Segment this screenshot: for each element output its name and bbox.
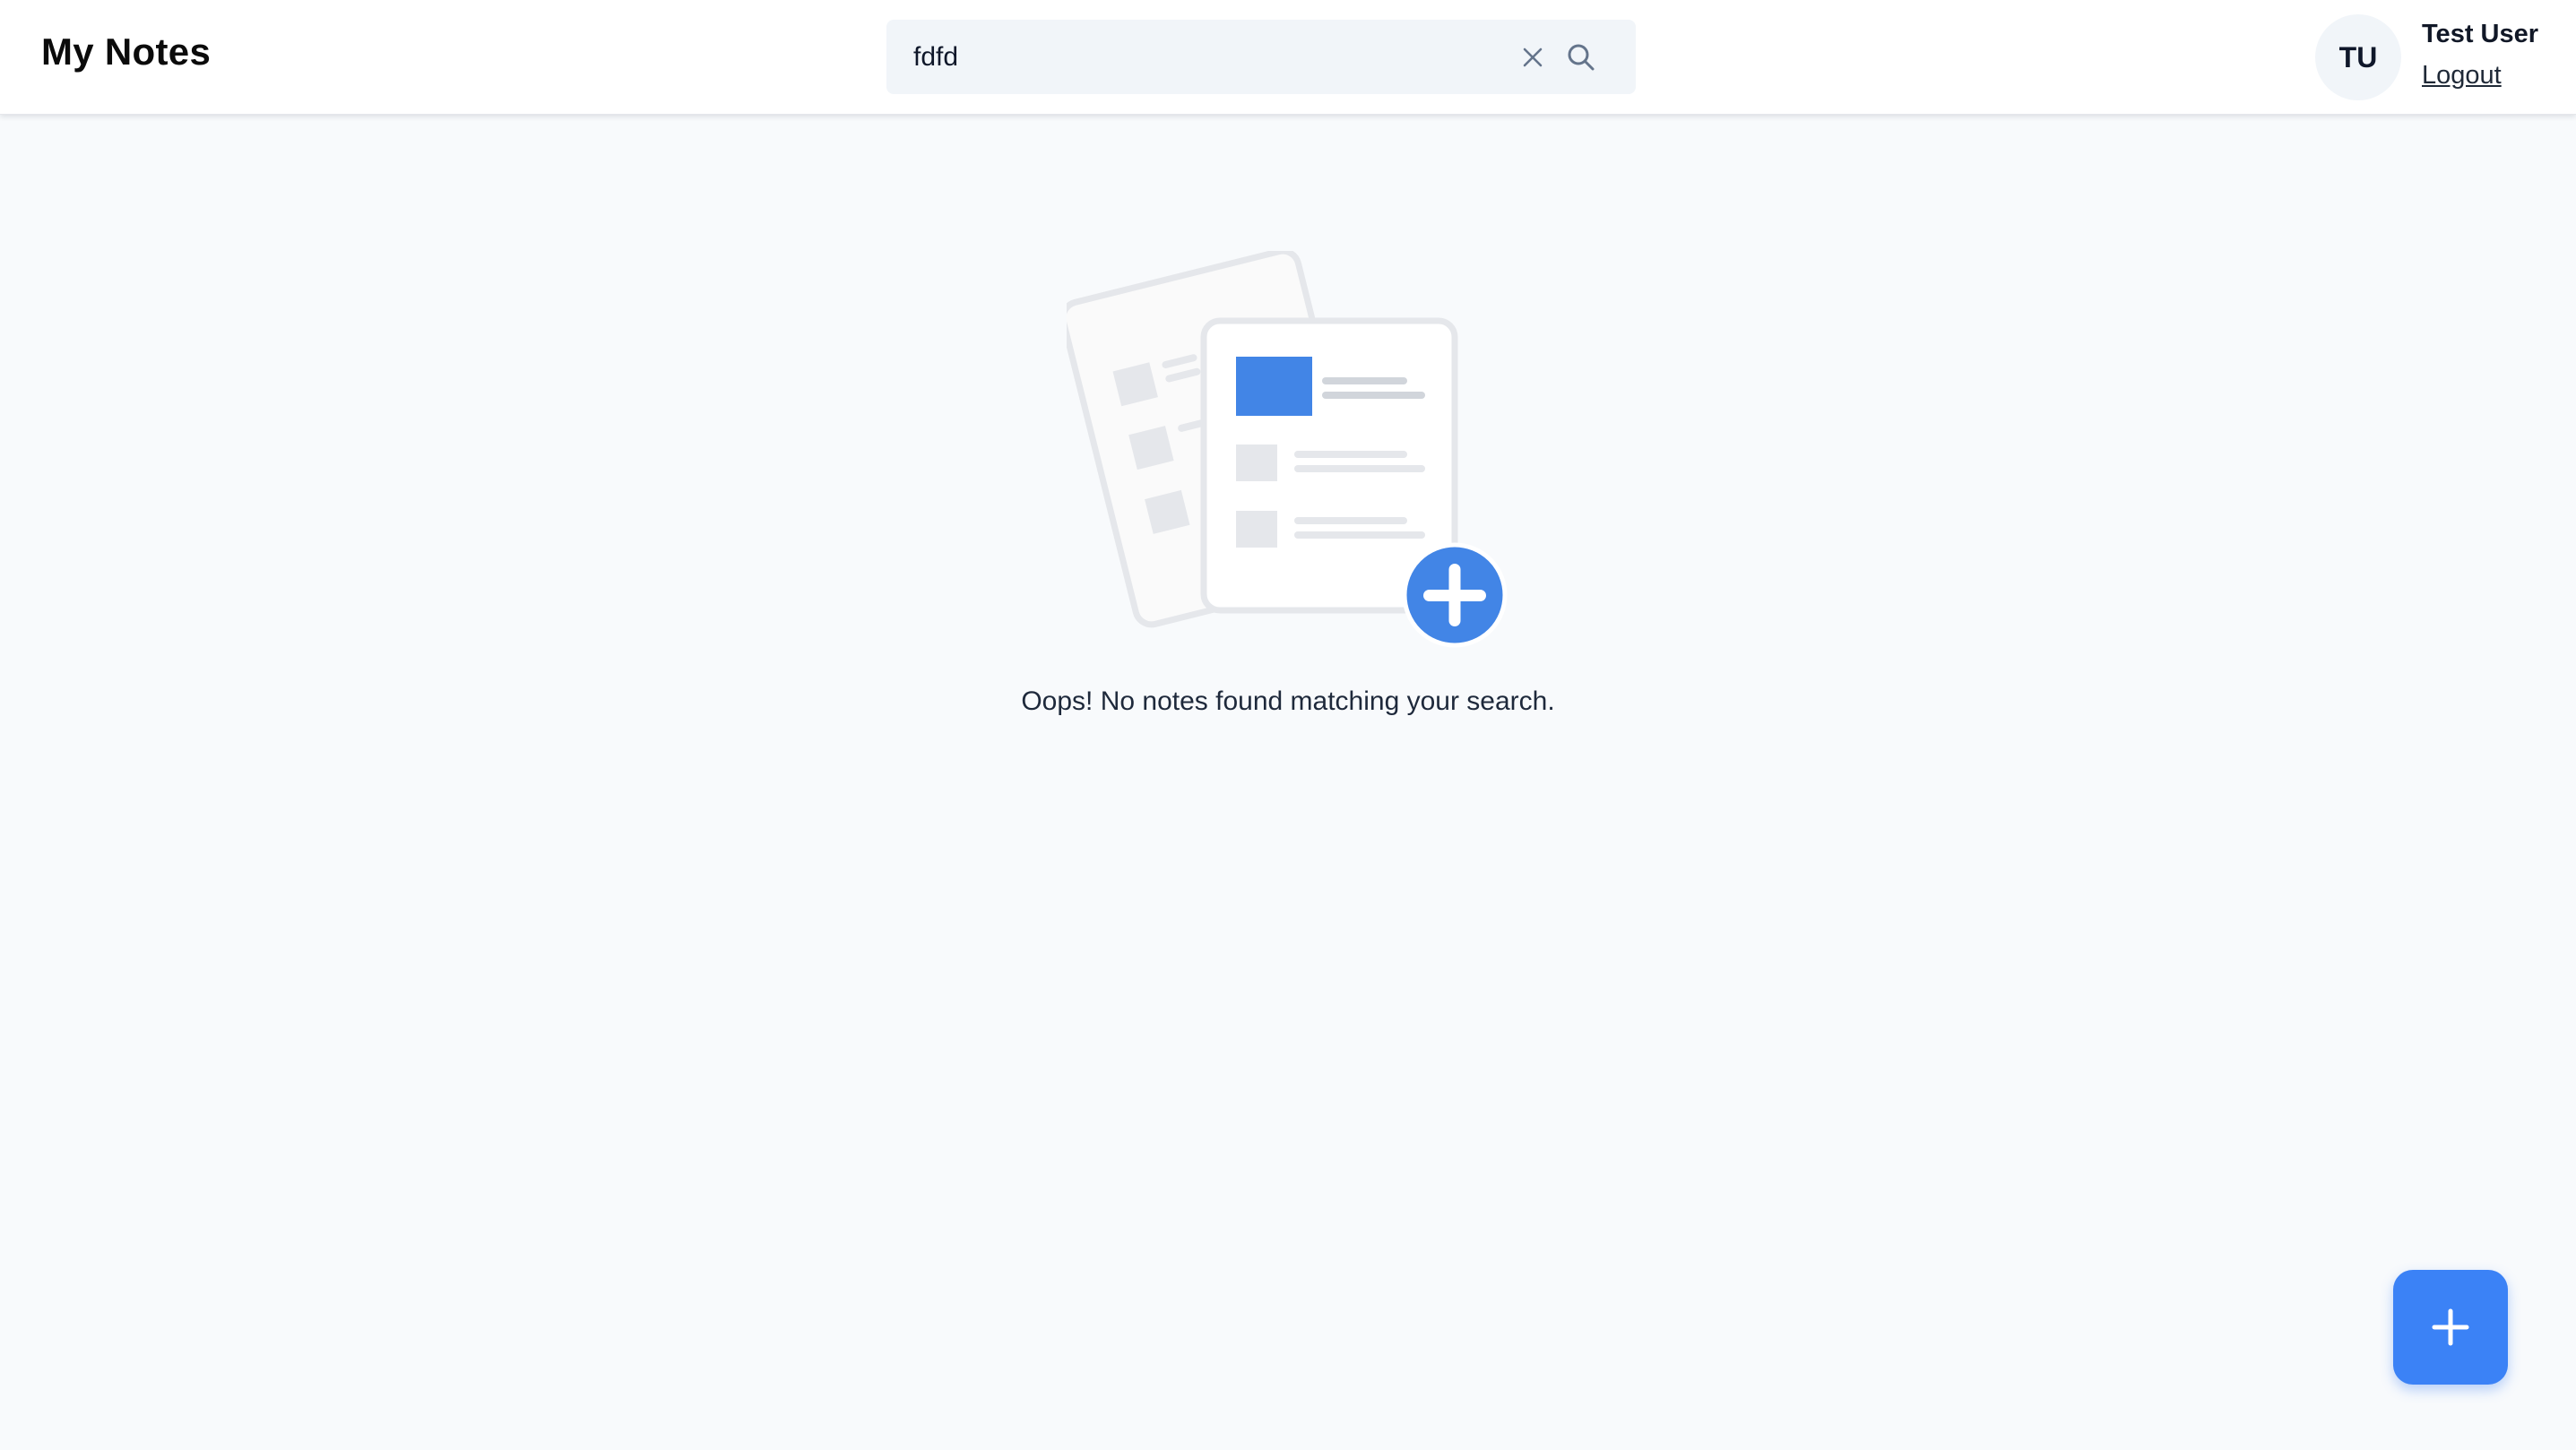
avatar[interactable]: TU — [2315, 14, 2401, 100]
notes-empty-illustration — [1059, 247, 1515, 654]
add-note-button[interactable] — [2393, 1270, 2508, 1385]
logout-link[interactable]: Logout — [2422, 61, 2502, 91]
search-bar[interactable] — [886, 20, 1636, 94]
top-navbar: My Notes TU Test User Logout — [0, 0, 2576, 115]
close-icon[interactable] — [1518, 43, 1547, 72]
app-title: My Notes — [41, 30, 212, 73]
empty-state-message: Oops! No notes found matching your searc… — [1021, 686, 1555, 716]
search-icon[interactable] — [1565, 41, 1597, 73]
user-name: Test User — [2422, 20, 2539, 48]
plus-icon — [2432, 1308, 2469, 1346]
search-input[interactable] — [913, 20, 1487, 94]
